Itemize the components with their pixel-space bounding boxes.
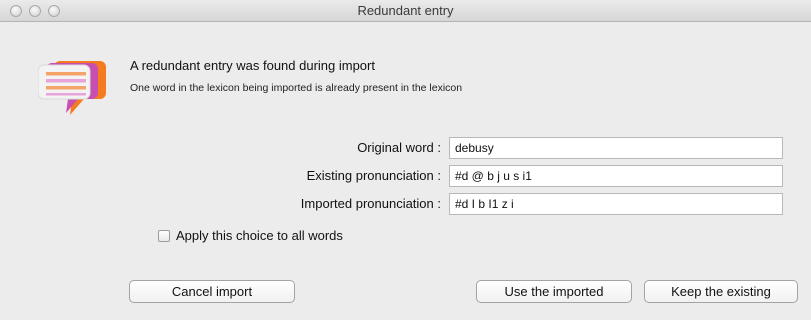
- existing-pronunciation-field[interactable]: [449, 165, 783, 187]
- imported-pronunciation-field[interactable]: [449, 193, 783, 215]
- keep-existing-button[interactable]: Keep the existing: [644, 280, 798, 303]
- use-imported-button[interactable]: Use the imported: [476, 280, 632, 303]
- existing-pronunciation-label: Existing pronunciation :: [306, 168, 441, 183]
- speech-bubble-lexicon-icon: [38, 61, 106, 115]
- original-word-label: Original word :: [357, 140, 441, 155]
- apply-all-checkbox[interactable]: [158, 229, 170, 242]
- apply-all-checkbox-row[interactable]: Apply this choice to all words: [158, 228, 343, 243]
- dialog-detail: One word in the lexicon being imported i…: [130, 82, 463, 94]
- title-bar: Redundant entry: [0, 0, 811, 22]
- window-title: Redundant entry: [357, 3, 454, 18]
- cancel-import-button[interactable]: Cancel import: [129, 280, 295, 303]
- dialog-heading: A redundant entry was found during impor…: [130, 58, 375, 73]
- original-word-field[interactable]: [449, 137, 783, 159]
- apply-all-label: Apply this choice to all words: [176, 228, 343, 243]
- imported-pronunciation-label: Imported pronunciation :: [300, 196, 441, 211]
